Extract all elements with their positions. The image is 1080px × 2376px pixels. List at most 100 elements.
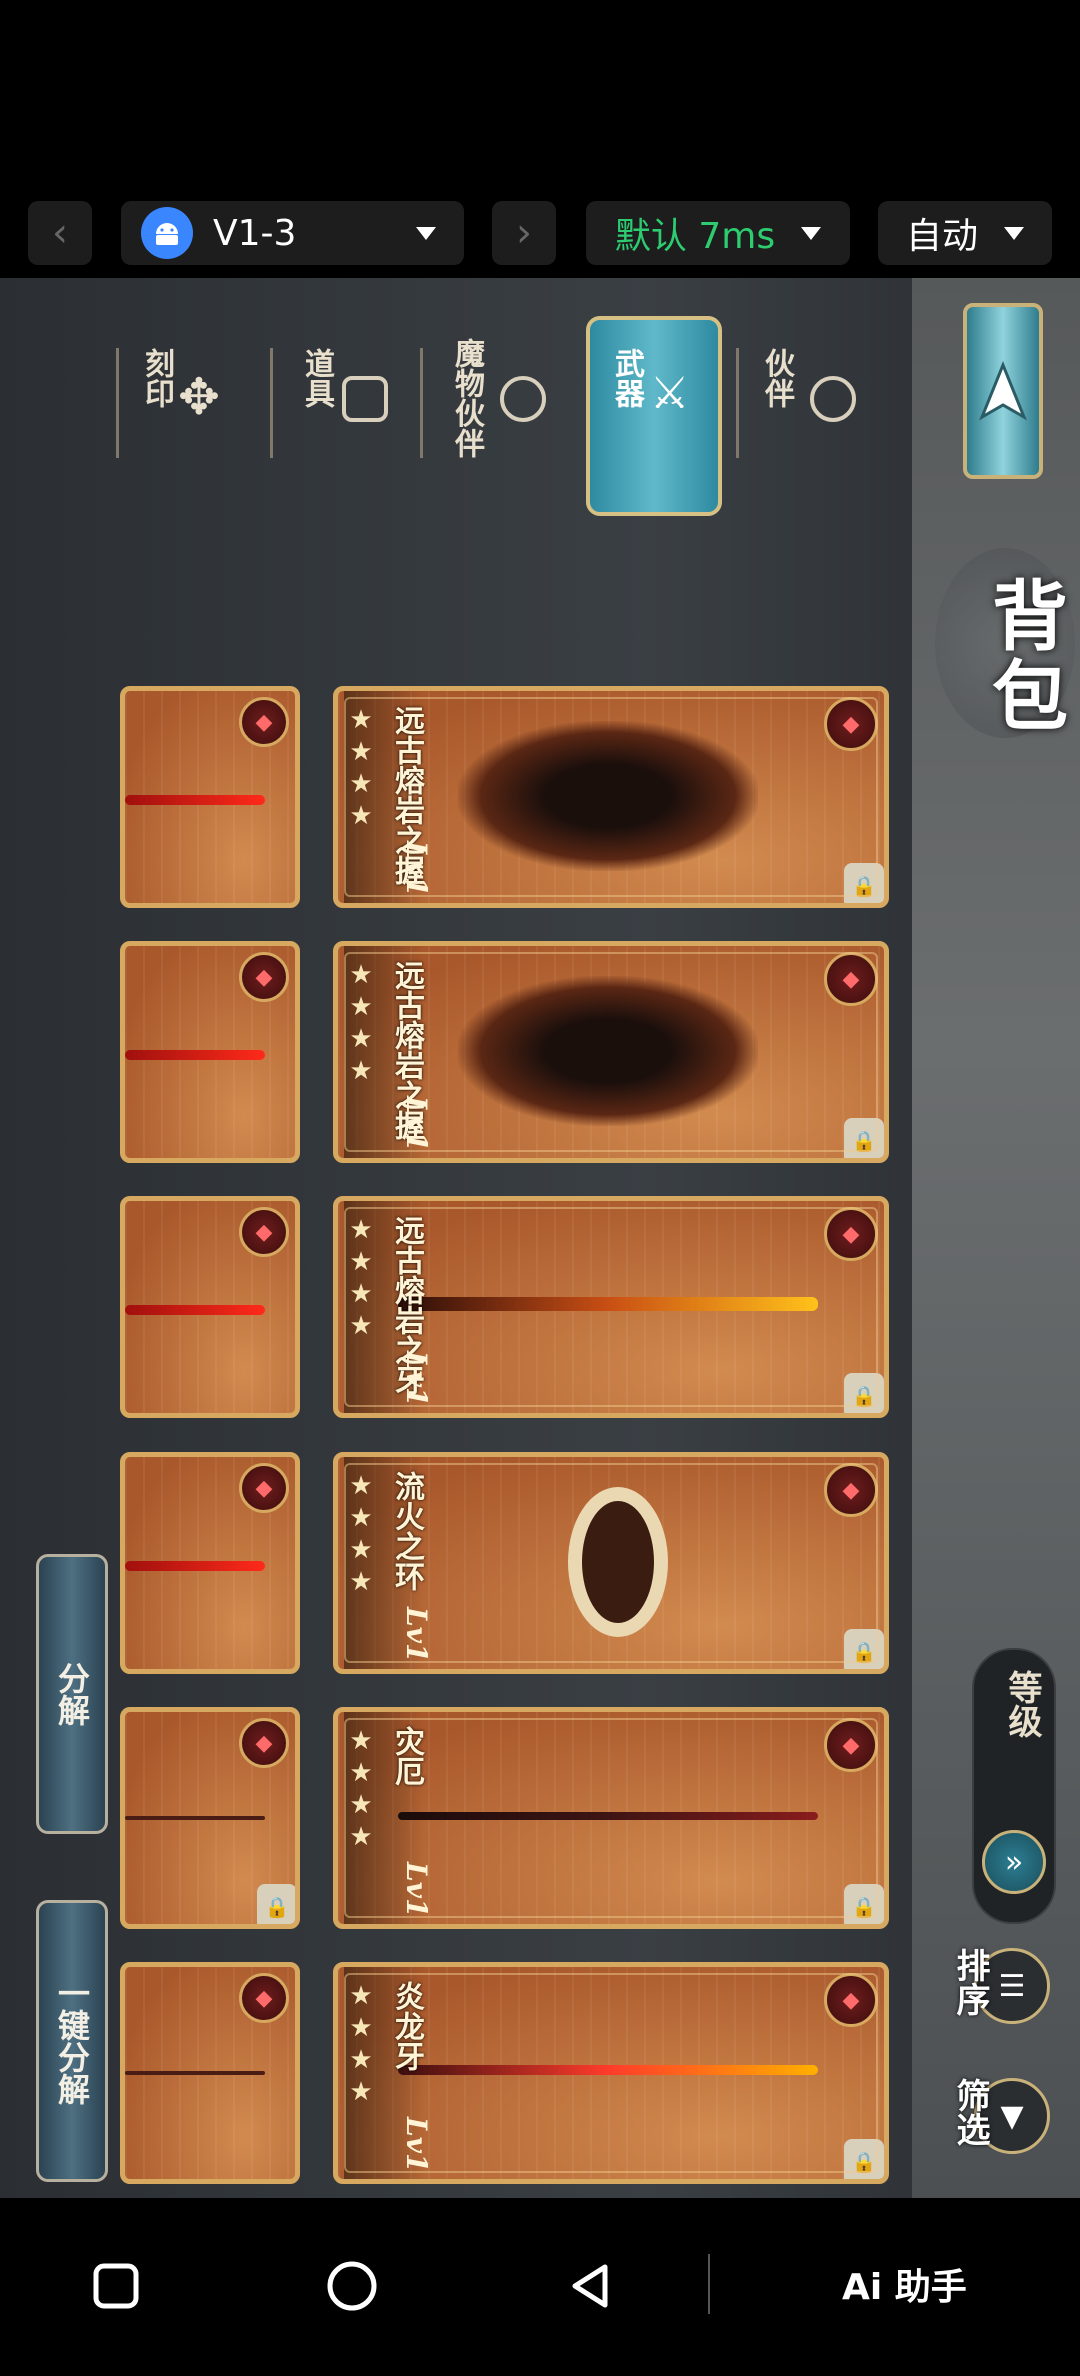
element-badge-icon: ◆ [824, 1207, 878, 1261]
mode-selector[interactable]: 自动 [878, 201, 1052, 265]
item-card[interactable]: ★★★★ 灾厄 Lv1 ◆ 🔒 [333, 1707, 889, 1929]
element-badge-icon: ◆ [824, 952, 878, 1006]
item-card-small[interactable]: ◆ [120, 1196, 300, 1418]
element-badge-icon: ◆ [824, 697, 878, 751]
system-nav-bar: Ai 助手 [0, 2198, 1080, 2376]
gauntlet-art [458, 721, 758, 871]
tab-label: 刻印 [139, 348, 174, 408]
tab-label: 道具 [299, 348, 334, 408]
next-button[interactable]: › [492, 201, 556, 265]
tab-label: 伙伴 [759, 348, 794, 408]
item-card[interactable]: ★★★★ 远古熔岩之握 Lv1 ◆ 🔒 [333, 941, 889, 1163]
chevron-down-icon [416, 226, 436, 240]
card-level: Lv1 [400, 1862, 433, 1918]
tab-divider [270, 348, 273, 458]
chevron-left-icon: ‹ [52, 210, 68, 256]
back-arrow-icon [978, 361, 1028, 421]
dismantle-button[interactable]: 分解 [36, 1554, 108, 1834]
card-name: 远古熔岩之牙 [389, 1215, 424, 1395]
lock-icon[interactable]: 🔒 [844, 1373, 884, 1413]
item-card[interactable]: ★★★★ 流火之环 Lv1 ◆ 🔒 [333, 1452, 889, 1674]
lock-icon[interactable]: 🔒 [844, 2139, 884, 2179]
card-name-band [344, 1457, 424, 1669]
tab-divider [736, 348, 739, 458]
element-badge-icon: ◆ [239, 952, 289, 1002]
element-badge-icon: ◆ [239, 1973, 289, 2023]
circle-icon [327, 2261, 377, 2311]
item-card-small[interactable]: ◆ [120, 1452, 300, 1674]
chevron-right-icon: › [516, 210, 532, 256]
tab-weapon[interactable]: 武器 ⚔ [590, 338, 710, 458]
device-name: V1-3 [213, 212, 297, 254]
scythe-art [398, 1812, 818, 1820]
one-click-dismantle-label: 一键分解 [53, 1977, 91, 2105]
tab-items[interactable]: 道具 [280, 338, 400, 458]
triangle-back-icon [572, 2264, 608, 2308]
element-badge-icon: ◆ [239, 697, 289, 747]
lock-icon[interactable]: 🔒 [844, 1118, 884, 1158]
device-selector[interactable]: V1-3 [121, 201, 464, 265]
dismantle-label: 分解 [53, 1662, 91, 1726]
element-badge-icon: ◆ [239, 1718, 289, 1768]
lock-icon[interactable]: 🔒 [257, 1884, 295, 1924]
square-icon [93, 2263, 139, 2309]
chevron-double-down-icon[interactable]: » [982, 1830, 1046, 1894]
one-click-dismantle-button[interactable]: 一键分解 [36, 1900, 108, 2182]
crossed-swords-icon: ⚔ [650, 368, 690, 419]
level-sort-dropdown[interactable]: 等级 » [972, 1648, 1056, 1924]
card-level: Lv1 [400, 2117, 433, 2173]
item-card[interactable]: ★★★★ 远古熔岩之握 Lv1 ◆ 🔒 [333, 686, 889, 908]
item-icon [342, 376, 388, 422]
card-stars: ★★★★ [346, 960, 376, 1088]
card-stars: ★★★★ [346, 1471, 376, 1599]
tab-label: 武器 [609, 348, 644, 408]
card-level: Lv1 [400, 1351, 433, 1407]
card-name-band [344, 1967, 424, 2179]
mode-text: 自动 [905, 216, 978, 257]
filter-icon: ▼ [1000, 2098, 1024, 2134]
nav-divider [708, 2254, 710, 2314]
item-card-small[interactable]: ◆ [120, 1962, 300, 2184]
level-label: 等级 [1002, 1670, 1042, 1738]
filter-label: 筛选 [950, 2078, 990, 2146]
page-title: 背包 [979, 576, 1068, 736]
recents-button[interactable] [80, 2250, 152, 2322]
lock-icon[interactable]: 🔒 [844, 1884, 884, 1924]
sort-panel: 等级 » ☰ 排序 ▼ 筛选 [950, 1648, 1056, 2168]
card-name: 流火之环 [389, 1471, 424, 1591]
tab-divider [116, 348, 119, 458]
latency-selector[interactable]: 默认 7ms [586, 201, 850, 265]
element-badge-icon: ◆ [239, 1207, 289, 1257]
chevron-down-icon [801, 226, 822, 240]
item-art [125, 2071, 265, 2075]
card-name-band [344, 946, 424, 1158]
card-name: 远古熔岩之握 [389, 960, 424, 1140]
back-nav-button[interactable] [554, 2250, 626, 2322]
tab-beast-partner[interactable]: 魔物伙伴 [430, 338, 550, 458]
home-button[interactable] [316, 2250, 388, 2322]
card-name-band [344, 1201, 424, 1413]
item-art [125, 795, 265, 805]
back-button[interactable] [963, 303, 1043, 479]
item-card-small[interactable]: ◆ [120, 686, 300, 908]
tab-runes[interactable]: 刻印 ✥ [120, 338, 240, 458]
chevron-down-icon [1004, 226, 1024, 240]
element-badge-icon: ◆ [824, 1463, 878, 1517]
card-stars: ★★★★ [346, 705, 376, 833]
lock-icon[interactable]: 🔒 [844, 1629, 884, 1669]
lock-icon[interactable]: 🔒 [844, 863, 884, 903]
element-badge-icon: ◆ [824, 1718, 878, 1772]
item-card[interactable]: ★★★★ 炎龙牙 Lv1 ◆ 🔒 [333, 1962, 889, 2184]
beast-icon [500, 376, 546, 422]
prev-button[interactable]: ‹ [28, 201, 92, 265]
ai-assistant-button[interactable]: Ai 助手 [842, 2258, 967, 2310]
element-badge-icon: ◆ [824, 1973, 878, 2027]
tab-partner[interactable]: 伙伴 [740, 338, 860, 458]
item-card-small[interactable]: ◆ 🔒 [120, 1707, 300, 1929]
item-art [125, 1050, 265, 1060]
card-name: 炎龙牙 [389, 1981, 424, 2071]
game-screen: 背包 伙伴 武器 ⚔ 魔物伙伴 道具 刻印 ✥ 等级 » ☰ 排序 ▼ 筛选 ★… [0, 278, 1080, 2198]
item-card-small[interactable]: ◆ [120, 941, 300, 1163]
item-card[interactable]: ★★★★ 远古熔岩之牙 Lv1 ◆ 🔒 [333, 1196, 889, 1418]
ring-art [568, 1487, 668, 1637]
